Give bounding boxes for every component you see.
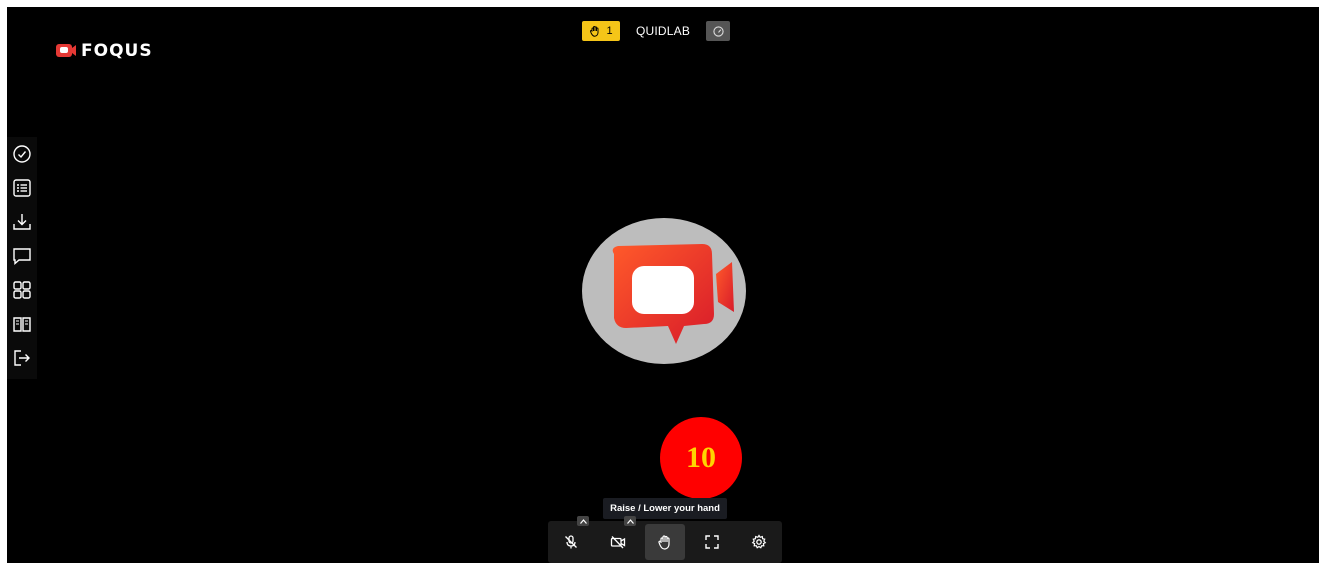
logo-icon: [56, 44, 76, 57]
download-icon: [13, 214, 31, 230]
camera-off-icon: [611, 536, 626, 549]
sidebar-item-grid[interactable]: [11, 279, 33, 301]
fullscreen-button[interactable]: [692, 524, 732, 560]
brand-logo: FOQUS: [55, 41, 153, 61]
gauge-icon: [712, 25, 724, 37]
mic-options-button[interactable]: [577, 516, 590, 526]
exit-icon: [14, 350, 30, 366]
sidebar-item-exit[interactable]: [11, 347, 33, 369]
top-bar: 1 QUIDLAB: [582, 21, 731, 41]
raise-hand-tooltip: Raise / Lower your hand: [603, 498, 727, 519]
video-stage: FOQUS 1 QUIDLAB 10 Raise / Lower your ha…: [7, 7, 1319, 563]
camera-options-button[interactable]: [624, 516, 637, 526]
chat-icon: [13, 248, 31, 266]
camera-toggle-button[interactable]: [598, 516, 638, 560]
raised-hands-button[interactable]: 1: [582, 21, 620, 41]
chevron-up-icon: [579, 518, 587, 524]
hand-icon: [590, 26, 599, 37]
connection-quality-button[interactable]: [706, 21, 731, 41]
sidebar-item-attendance[interactable]: [11, 143, 33, 165]
hand-count: 1: [606, 25, 613, 37]
chevron-up-icon: [626, 518, 634, 524]
sidebar-item-list[interactable]: [11, 177, 33, 199]
mic-off-icon: [565, 535, 578, 549]
participant-avatar: [582, 218, 746, 364]
room-name: QUIDLAB: [636, 24, 691, 38]
book-icon: [13, 317, 31, 332]
sidebar-item-download[interactable]: [11, 211, 33, 233]
fullscreen-icon: [705, 535, 719, 549]
sidebar-item-chat[interactable]: [11, 245, 33, 267]
settings-button[interactable]: [739, 524, 779, 560]
video-chat-logo-icon: [612, 244, 734, 344]
grid-icon: [13, 281, 31, 299]
brand-name: FOQUS: [81, 41, 153, 61]
raise-hand-button[interactable]: [644, 524, 685, 560]
mic-toggle-button[interactable]: [551, 516, 591, 560]
check-circle-icon: [13, 145, 31, 163]
hand-icon: [658, 535, 670, 550]
list-icon: [13, 179, 31, 197]
controls-bar: [548, 516, 782, 563]
step-number-badge: 10: [660, 417, 742, 499]
left-toolbar: [7, 137, 37, 379]
settings-icon: [751, 534, 766, 549]
sidebar-item-book[interactable]: [11, 313, 33, 335]
